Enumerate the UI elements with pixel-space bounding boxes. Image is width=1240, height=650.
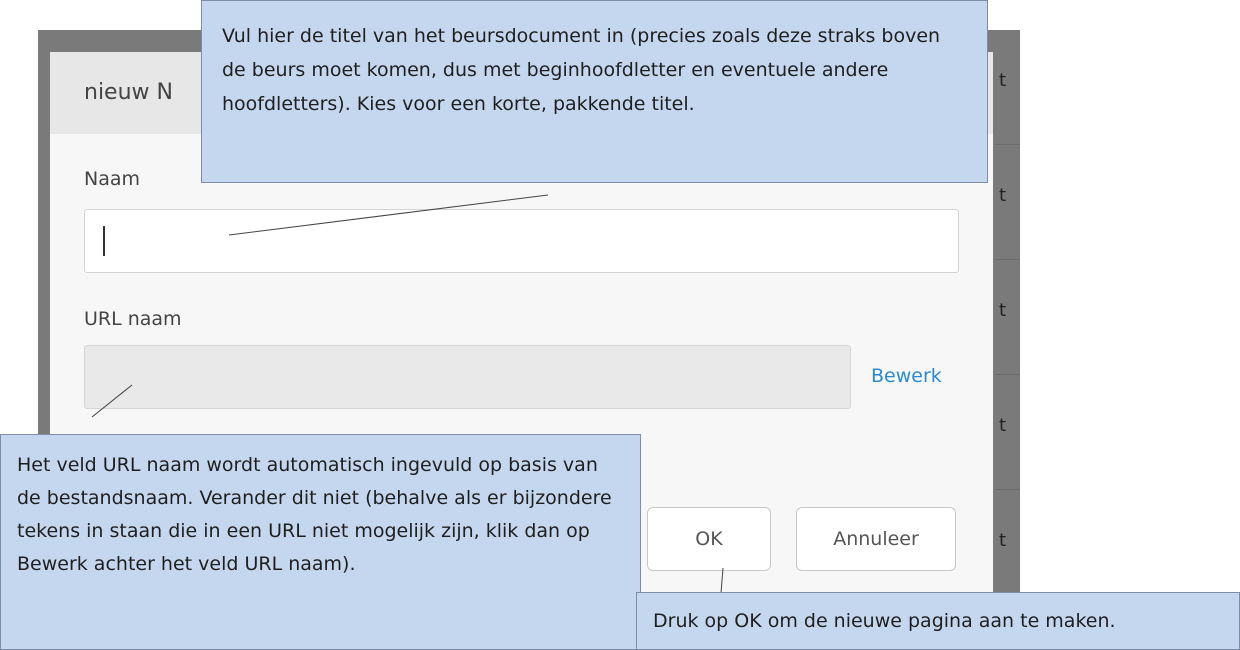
background-row: t <box>995 260 1020 375</box>
background-row: t <box>995 375 1020 490</box>
background-list: t t t t t <box>995 30 1020 650</box>
background-row-text: t <box>999 70 1007 91</box>
url-help-text: Het veld URL naam wordt automatisch inge… <box>17 454 612 575</box>
background-row: t <box>995 490 1020 605</box>
ok-button-label: OK <box>695 528 723 550</box>
url-name-label: URL naam <box>84 308 182 330</box>
background-row-text: t <box>999 185 1007 206</box>
ok-help-callout: Druk op OK om de nieuwe pagina aan te ma… <box>636 592 1240 650</box>
background-row-text: t <box>999 415 1007 436</box>
ok-help-text: Druk op OK om de nieuwe pagina aan te ma… <box>653 610 1116 632</box>
title-help-callout: Vul hier de titel van het beursdocument … <box>201 0 988 183</box>
edit-url-link[interactable]: Bewerk <box>871 365 942 387</box>
url-name-input[interactable] <box>84 345 851 409</box>
cancel-button-label: Annuleer <box>833 528 919 550</box>
dialog-title: nieuw N <box>84 80 173 105</box>
name-input[interactable] <box>84 209 959 273</box>
background-row-text: t <box>999 300 1007 321</box>
name-label: Naam <box>84 168 141 190</box>
title-help-text: Vul hier de titel van het beursdocument … <box>222 25 941 115</box>
background-row: t <box>995 30 1020 145</box>
background-row-text: t <box>999 530 1007 551</box>
text-caret <box>103 226 105 256</box>
cancel-button[interactable]: Annuleer <box>796 507 956 571</box>
background-row: t <box>995 145 1020 260</box>
url-help-callout: Het veld URL naam wordt automatisch inge… <box>0 434 641 650</box>
ok-button[interactable]: OK <box>647 507 771 571</box>
